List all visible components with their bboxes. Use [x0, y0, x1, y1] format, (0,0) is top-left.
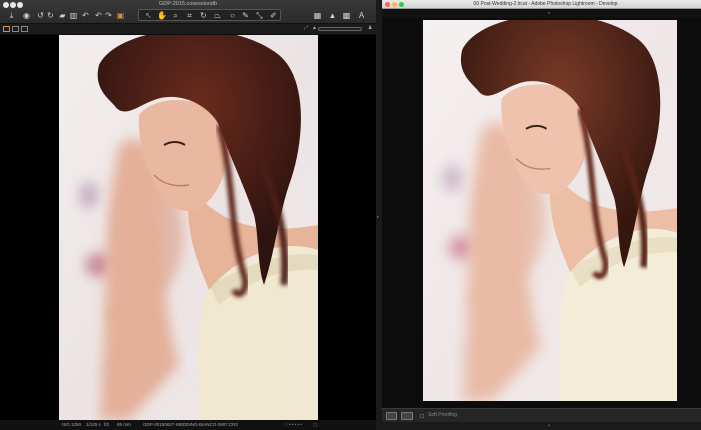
compare-icon[interactable]: ▩	[342, 11, 351, 20]
camera-icon[interactable]: ◉	[22, 11, 31, 20]
cursor-icon[interactable]: ↖	[144, 11, 153, 20]
lr-bride-photo-image	[423, 20, 677, 401]
warning-icon[interactable]: ▲	[328, 11, 337, 20]
loupe-icon[interactable]: ⌕	[171, 11, 180, 20]
import-icon[interactable]: ⤓	[7, 11, 16, 20]
bride-photo-image	[59, 35, 318, 420]
trash-icon[interactable]: ▥	[69, 11, 78, 20]
lightroom-window: 00 Post-Wedding-2.lrcat - Adobe Photosho…	[382, 0, 701, 430]
view-multi-button[interactable]	[12, 26, 19, 32]
shutter-value: 1/125 s	[86, 422, 101, 427]
lr-top-collapse-icon[interactable]: ▾	[548, 10, 550, 15]
filename-value: GDP-20150827-WEDDING-BIANCO-2807.CR2	[143, 422, 239, 427]
aperture-value: f/2	[104, 422, 110, 427]
brush-icon[interactable]: ✎	[241, 11, 250, 20]
capture-one-window: GDP-2015.cosessiondb ⤓ ◉ ↺ ↻ ▰ ▥ ↶ ↶ ↷ ▣…	[0, 0, 376, 430]
bride-photo	[59, 35, 318, 420]
lr-filmstrip-bar	[382, 422, 701, 430]
crop-icon[interactable]: ⌗	[185, 11, 194, 20]
c1-window-title: GDP-2015.cosessiondb	[158, 1, 218, 7]
rotate-right-icon[interactable]: ↻	[46, 11, 55, 20]
picker-icon[interactable]: ✐	[269, 11, 278, 20]
lr-toolbar: Soft Proofing	[382, 408, 701, 422]
focal-value: 85 mm	[117, 422, 131, 427]
soft-proofing-label: Soft Proofing	[428, 412, 457, 418]
lr-bride-photo	[423, 20, 677, 401]
redo-icon[interactable]: ↷	[104, 11, 113, 20]
grid-icon[interactable]: ▦	[313, 11, 322, 20]
undo-alt-icon[interactable]: ↶	[94, 11, 103, 20]
lr-title-bar: 00 Post-Wedding-2.lrcat - Adobe Photosho…	[382, 0, 701, 9]
text-icon[interactable]: A	[357, 11, 366, 20]
rotate-icon[interactable]: ↻	[199, 11, 208, 20]
stack-icon[interactable]: ▣	[116, 11, 125, 20]
lr-top-panel	[382, 9, 701, 18]
color-tag-icon[interactable]: ◻	[313, 420, 317, 430]
lr-viewer	[382, 18, 701, 408]
folder-icon[interactable]: ▰	[58, 11, 67, 20]
panel-toggle-icon[interactable]: ▸	[377, 214, 379, 219]
compare-view-button[interactable]	[401, 412, 413, 420]
pan-icon[interactable]: ✋	[157, 11, 167, 20]
gradient-icon[interactable]: ⤡	[255, 11, 264, 20]
keystone-icon[interactable]: ⏢	[213, 11, 222, 20]
thumbnail-size-slider[interactable]	[318, 27, 362, 31]
rotate-left-icon[interactable]: ↺	[36, 11, 45, 20]
lr-bottom-collapse-icon[interactable]: ▴	[548, 422, 550, 427]
exposure-icon[interactable]: ▲	[312, 25, 317, 31]
undo-icon[interactable]: ↶	[81, 11, 90, 20]
c1-status-bar: ISO 1250 1/125 s f/2 85 mm GDP-20150827-…	[0, 420, 376, 430]
lr-window-title: 00 Post-Wedding-2.lrcat - Adobe Photosho…	[473, 1, 618, 7]
c1-viewer	[0, 35, 376, 420]
soft-proofing-checkbox[interactable]	[420, 414, 424, 418]
view-grid-button[interactable]	[21, 26, 28, 32]
user-icon[interactable]: ♟	[368, 25, 372, 31]
loupe-view-button[interactable]	[386, 412, 397, 420]
rating-dots[interactable]: ○ • • • • •	[285, 420, 302, 430]
view-single-button[interactable]	[3, 26, 10, 32]
spot-icon[interactable]: ○	[228, 11, 237, 20]
iso-value: ISO 1250	[62, 422, 82, 427]
c1-view-bar: ⤢ ▲ ♟	[0, 24, 376, 35]
c1-toolbar: GDP-2015.cosessiondb ⤓ ◉ ↺ ↻ ▰ ▥ ↶ ↶ ↷ ▣…	[0, 0, 376, 24]
fit-icon[interactable]: ⤢	[304, 25, 308, 31]
